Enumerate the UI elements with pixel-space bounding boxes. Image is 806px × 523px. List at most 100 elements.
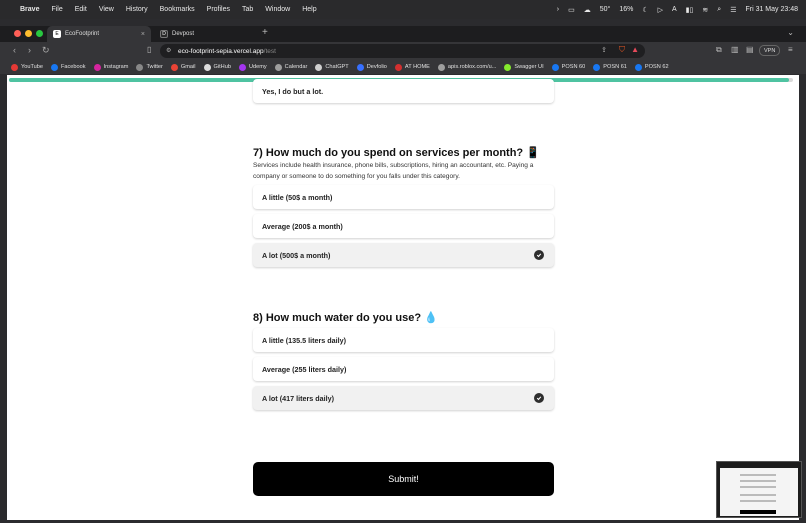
address-bar[interactable]: ⚙ eco-footprint-sepia.vercel.app/test ⇪ … [160,44,645,58]
bookmark-item[interactable]: AT HOME [394,63,430,71]
bookmark-item[interactable]: Udemy [238,63,267,71]
forward-icon[interactable]: › [28,45,31,55]
url-host: eco-footprint-sepia.vercel.app [178,47,264,55]
option-label: A little (50$ a month) [262,192,333,202]
devpost-favicon-icon: D [160,30,168,38]
site-info-icon[interactable]: ⚙ [166,47,171,54]
bookmark-item[interactable]: Gmail [170,63,196,71]
bookmarks-bar: YouTube Facebook Instagram Twitter Gmail GitH… [0,60,806,74]
bookmark-item[interactable]: Facebook [50,63,86,71]
menu-history[interactable]: History [126,6,148,13]
vpn-button[interactable]: VPN [759,45,781,56]
menu-window[interactable]: Window [265,6,290,13]
submit-button[interactable]: Submit! [253,462,554,496]
q8-option-a-lot[interactable]: A lot (417 liters daily) [253,386,554,410]
share-icon[interactable]: ⇪ [601,46,607,54]
bookmark-item[interactable]: POSN 61 [593,63,627,71]
moon-icon[interactable]: ☾ [642,6,648,14]
bookmark-favicon-icon [11,63,18,71]
bookmark-label: Udemy [248,64,267,70]
option-card-prev[interactable]: Yes, I do but a lot. [253,79,554,103]
web-page: Yes, I do but a lot. 7) How much do you … [7,75,799,520]
search-icon[interactable]: ⌕ [717,6,721,14]
bookmark-item[interactable]: Instagram [93,63,129,71]
chevron-right-icon[interactable]: › [557,6,559,13]
menu-bookmarks[interactable]: Bookmarks [160,6,195,13]
bookmark-item[interactable]: Twitter [136,63,163,71]
menu-help[interactable]: Help [302,6,316,13]
q8-option-average[interactable]: Average (255 liters daily) [253,357,554,381]
chevron-down-icon[interactable]: ⌄ [787,28,794,37]
bookmark-item[interactable]: apis.roblox.com/u... [437,63,496,71]
brave-shield-icon[interactable]: ⛉ [619,45,625,55]
bookmark-item[interactable]: YouTube [11,63,43,71]
bookmark-favicon-icon [136,63,144,71]
bookmark-item[interactable]: ChatGPT [315,63,349,71]
sidebar-icon[interactable]: ▥ [731,45,739,54]
close-window-button[interactable] [14,30,21,37]
tab-devpost[interactable]: D Devpost [154,26,258,42]
url-path: /test [263,47,276,55]
bookmark-item[interactable]: POSN 60 [551,63,585,71]
bookmark-item[interactable]: Devfolio [356,63,387,71]
option-label: A lot (500$ a month) [262,250,331,260]
display-icon[interactable]: ▭ [568,6,575,14]
menu-view[interactable]: View [99,6,114,13]
menu-icon[interactable]: ≡ [788,45,793,54]
weather-icon[interactable]: ☁ [584,6,591,14]
tab-label: Devpost [172,31,195,37]
temperature[interactable]: 50° [600,6,611,13]
control-center-icon[interactable]: ☰ [730,6,736,14]
bookmark-item[interactable]: Calendar [274,63,307,71]
bookmark-label: YouTube [21,64,43,70]
datetime[interactable]: Fri 31 May 23:48 [745,6,798,13]
bookmark-favicon-icon [238,63,246,71]
close-tab-icon[interactable]: × [141,31,145,38]
question-8-title: 8) How much water do you use? 💧 [253,312,438,324]
menu-edit[interactable]: Edit [75,6,87,13]
extensions-icon[interactable]: ⧉ [716,45,722,55]
menu-profiles[interactable]: Profiles [207,6,230,13]
back-icon[interactable]: ‹ [13,45,16,55]
thumbnail-preview [720,468,798,516]
tab-ecofootprint[interactable]: E EcoFootprint × [47,26,151,42]
bookmark-label: Swagger UI [514,64,544,70]
reload-icon[interactable]: ↻ [42,45,50,56]
battery-icon[interactable]: ▮▯ [686,6,694,14]
menu-tab[interactable]: Tab [242,6,253,13]
play-icon[interactable]: ▷ [658,6,663,14]
bookmark-item[interactable]: Swagger UI [504,63,544,71]
question-7-description: Services include health insurance, phone… [253,162,534,180]
battery-percent[interactable]: 16% [619,6,633,13]
option-label: A lot (417 liters daily) [262,393,335,403]
bookmark-label: Instagram [103,64,129,70]
bookmark-favicon-icon [504,63,512,71]
screenshot-thumbnail[interactable] [716,461,802,518]
q7-option-little[interactable]: A little (50$ a month) [253,185,554,209]
menu-file[interactable]: File [51,6,62,13]
bookmark-label: Twitter [146,64,163,70]
keyboard-icon[interactable]: A [672,6,677,13]
wallet-icon[interactable]: ▤ [746,45,754,54]
q8-option-little[interactable]: A little (135.5 liters daily) [253,328,554,352]
new-tab-icon[interactable]: + [262,27,268,38]
option-label: Average (255 liters daily) [262,364,347,374]
bookmark-favicon-icon [634,63,642,71]
status-area: › ▭ ☁ 50° 16% ☾ ▷ A ▮▯ ≋ ⌕ ☰ Fri 31 May … [557,6,798,14]
tab-bar: E EcoFootprint × D Devpost + ⌄ [0,26,806,42]
bookmark-label: GitHub [213,64,231,70]
wifi-icon[interactable]: ≋ [702,6,708,14]
bookmark-favicon-icon [315,63,323,71]
vpn-label: VPN [764,47,776,54]
bookmark-favicon-icon [394,63,402,71]
brave-rewards-icon[interactable]: ▲ [631,45,639,54]
bookmark-item[interactable]: GitHub [203,63,231,71]
bookmark-favicon-icon [170,63,178,71]
q7-option-a-lot[interactable]: A lot (500$ a month) [253,243,554,267]
bookmark-icon[interactable]: ▯ [147,45,151,54]
menu-app-name[interactable]: Brave [20,6,39,13]
bookmark-item[interactable]: POSN 62 [634,63,669,71]
q7-option-average[interactable]: Average (200$ a month) [253,214,554,238]
minimize-window-button[interactable] [25,30,32,37]
maximize-window-button[interactable] [36,30,43,37]
